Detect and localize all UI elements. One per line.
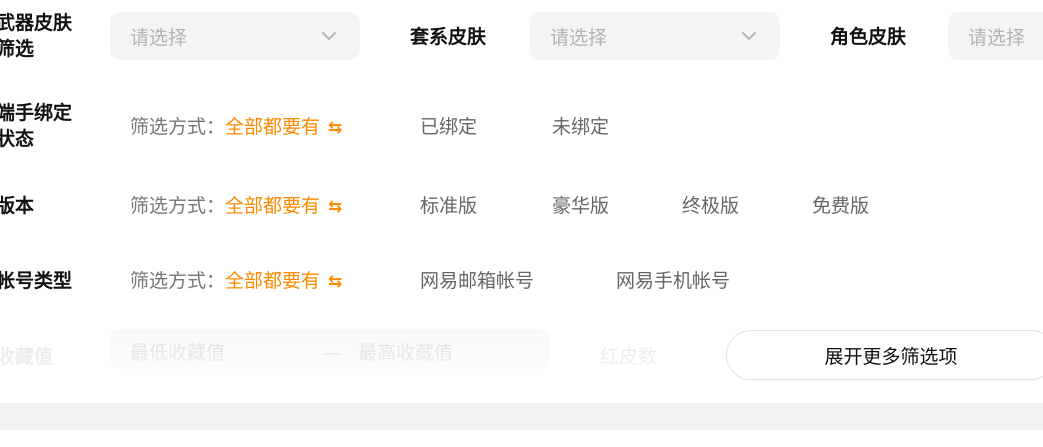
swap-arrows-icon: ⇆ bbox=[328, 118, 343, 138]
role-skin-placeholder: 请选择 bbox=[968, 26, 1026, 49]
chevron-down-icon bbox=[322, 32, 336, 40]
red-skin-count-label: 红皮数 bbox=[600, 346, 658, 368]
option-bound[interactable]: 已绑定 bbox=[420, 114, 477, 140]
swap-arrows-icon: ⇆ bbox=[328, 272, 343, 292]
account-type-label: 帐号类型 bbox=[0, 270, 73, 292]
swap-arrows-icon: ⇆ bbox=[328, 197, 343, 217]
account-type-mode-toggle[interactable]: 筛选方式：全部都要有 ⇆ bbox=[130, 268, 342, 295]
suit-skin-label: 套系皮肤 bbox=[410, 26, 487, 48]
option-deluxe-edition[interactable]: 豪华版 bbox=[552, 193, 609, 219]
chevron-down-icon bbox=[742, 32, 756, 40]
suit-skin-placeholder: 请选择 bbox=[550, 26, 608, 49]
mobile-bind-label: 端手绑定 状态 bbox=[0, 102, 73, 150]
weapon-skin-placeholder: 请选择 bbox=[130, 26, 188, 49]
suit-skin-select[interactable]: 请选择 bbox=[530, 12, 780, 60]
edition-mode-toggle[interactable]: 筛选方式：全部都要有 ⇆ bbox=[130, 193, 342, 220]
edition-label: 版本 bbox=[0, 195, 35, 217]
favorites-label: 收藏值 bbox=[0, 346, 54, 368]
favorites-max-input[interactable]: 最高收藏值 bbox=[358, 340, 453, 366]
weapon-skin-label: 武器皮肤 筛选 bbox=[0, 12, 73, 60]
weapon-skin-select[interactable]: 请选择 bbox=[110, 12, 360, 60]
mobile-bind-mode-toggle[interactable]: 筛选方式：全部都要有 ⇆ bbox=[130, 114, 342, 141]
option-unbound[interactable]: 未绑定 bbox=[552, 114, 609, 140]
option-ultimate-edition[interactable]: 终极版 bbox=[682, 193, 739, 219]
role-skin-select[interactable]: 请选择 bbox=[948, 12, 1043, 60]
option-netease-email-account[interactable]: 网易邮箱帐号 bbox=[420, 268, 534, 294]
favorites-min-input[interactable]: 最低收藏值 bbox=[130, 340, 225, 366]
option-standard-edition[interactable]: 标准版 bbox=[420, 193, 477, 219]
bottom-bar bbox=[0, 403, 1043, 430]
expand-more-filters-button[interactable]: 展开更多筛选项 bbox=[726, 330, 1043, 380]
favorites-range-separator: — bbox=[322, 342, 341, 364]
option-netease-phone-account[interactable]: 网易手机帐号 bbox=[616, 268, 730, 294]
role-skin-label: 角色皮肤 bbox=[830, 26, 907, 48]
option-free-edition[interactable]: 免费版 bbox=[812, 193, 869, 219]
